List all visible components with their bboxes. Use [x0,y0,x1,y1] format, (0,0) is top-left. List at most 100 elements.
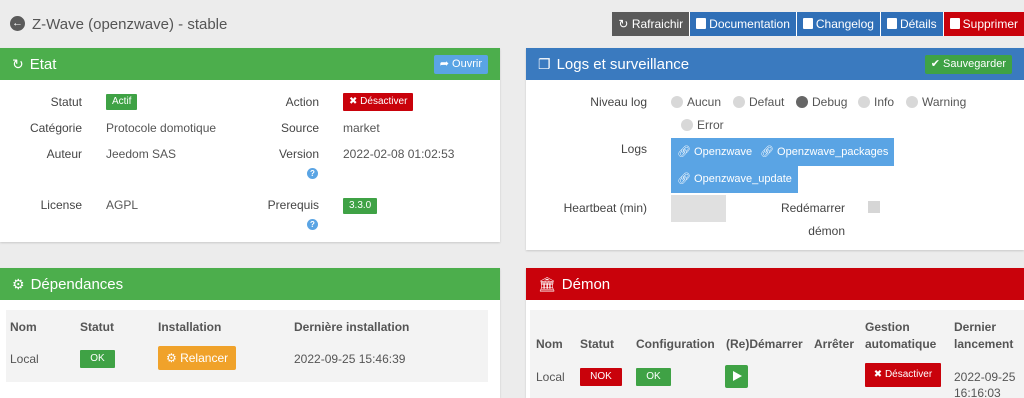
radio-dot [858,96,870,108]
column-header: Installation [158,320,222,334]
log-level-error[interactable]: Error [681,117,724,133]
niveau-log-label: Niveau log [590,95,647,109]
log-level-defaut[interactable]: Defaut [733,94,784,110]
save-button[interactable]: ✔ Sauvegarder [924,55,1012,74]
save-label: Sauvegarder [943,58,1006,70]
statut-label: Statut [50,95,82,109]
book-icon [886,18,897,29]
column-header: automatique [865,337,937,351]
etat-title: Etat [29,56,57,73]
version-value: 2022-02-08 01:02:53 [343,147,455,161]
file-icon: ❐ [538,56,551,72]
log-level-label: Error [697,118,724,132]
restart-daemon-checkbox[interactable] [868,201,880,213]
refresh-button[interactable]: ↻ Rafraichir [612,12,690,36]
log-button-label: Openzwave_packages [777,146,889,158]
delete-button[interactable]: Supprimer [942,12,1024,36]
play-icon[interactable] [725,365,748,388]
relancer-button[interactable]: ⚙ Relancer [158,346,237,370]
refresh-label: Rafraichir [631,17,684,31]
log-openzwave-packages-button[interactable]: 🔗︎ Openzwave_packages [754,138,895,166]
demon-panel: 🏛︎ Démon Nom Statut Configuration (Re)Dém… [526,268,1024,398]
derniere-installation-value: 2022-09-25 15:46:39 [294,352,406,366]
deactivate-button[interactable]: ✖ Désactiver [343,93,414,111]
column-header: Nom [10,320,37,334]
details-button[interactable]: Détails [879,12,943,36]
demon-deactivate-button[interactable]: ✖ Désactiver [865,363,941,387]
log-openzwave-update-button[interactable]: 🔗︎ Openzwave_update [671,165,798,193]
open-button[interactable]: ➦ Ouvrir [433,55,488,74]
log-openzwave-button[interactable]: 🔗︎ Openzwave [671,138,759,166]
help-icon[interactable]: ? [307,219,318,230]
dependances-panel-header: ⚙ Dépendances [0,268,500,300]
column-header: Statut [580,337,614,351]
license-label: License [40,198,82,212]
book-icon [696,18,707,29]
refresh-circle-icon: ↻ [12,56,24,72]
top-bar: ← Z-Wave (openzwave) - stable ↻ Rafraich… [0,0,1024,48]
demon-title: Démon [561,276,611,293]
column-header: Nom [536,337,563,351]
demon-label: démon [808,224,845,238]
log-level-label: Defaut [749,95,785,109]
demon-panel-header: 🏛︎ Démon [526,268,1024,300]
redemarrer-label: Redémarrer [780,201,845,215]
demon-status-badge: NOK [580,368,622,386]
dependances-status-badge: OK [80,350,115,368]
page-title: Z-Wave (openzwave) - stable [32,16,228,33]
categorie-label: Catégorie [29,121,82,135]
version-label: Version [278,147,319,161]
column-header: Gestion [865,320,910,334]
source-label: Source [280,121,319,135]
prerequis-label: Prerequis [267,198,319,212]
statut-badge: Actif [106,94,138,110]
column-header: lancement [954,337,1014,351]
demon-name: Local [536,370,565,384]
demon-deactivate-label: Désactiver [884,369,933,380]
log-level-debug[interactable]: Debug [796,94,847,110]
log-button-label: Openzwave [694,146,753,158]
dernier-lancement-date: 2022-09-25 [954,370,1016,384]
log-level-info[interactable]: Info [858,94,894,110]
dernier-lancement-time: 16:16:03 [954,386,1001,398]
auteur-label: Auteur [46,147,82,161]
logs-title: Logs et surveillance [556,56,690,73]
log-level-warning[interactable]: Warning [906,94,966,110]
prerequis-badge: 3.3.0 [343,198,378,214]
license-value: AGPL [106,198,139,212]
radio-dot [733,96,745,108]
changelog-label: Changelog [815,17,874,31]
categorie-value: Protocole domotique [106,121,217,135]
etat-panel: ↻ Etat ➦ Ouvrir Statut Actif Catégorie Pr… [0,48,500,242]
radio-dot [671,96,683,108]
documentation-label: Documentation [709,17,790,31]
demon-config-badge: OK [636,368,671,386]
dependances-name: Local [10,352,39,366]
action-label: Action [285,95,319,109]
dependances-table: Nom Statut Installation Dernière install… [6,310,488,382]
radio-dot-selected [796,96,808,108]
relancer-label: Relancer [180,351,229,365]
bicycle-icon: ⚙ [166,351,181,365]
column-header: Dernier [954,320,997,334]
heartbeat-label: Heartbeat (min) [563,201,647,215]
logs-panel-header: ❐ Logs et surveillance ✔ Sauvegarder [526,48,1024,80]
back-arrow-icon[interactable]: ← [10,16,25,31]
radio-dot [906,96,918,108]
help-icon[interactable]: ? [307,168,318,179]
log-level-label: Warning [922,95,967,109]
auteur-value: Jeedom SAS [106,147,177,161]
action-toolbar: ↻ Rafraichir Documentation Changelog Dét… [612,12,1024,36]
documentation-button[interactable]: Documentation [689,12,796,36]
etat-panel-header: ↻ Etat ➦ Ouvrir [0,48,500,80]
source-value: market [343,121,380,135]
column-header: Statut [80,320,114,334]
radio-dot [681,119,693,131]
log-level-aucun[interactable]: Aucun [671,94,721,110]
book-icon [802,18,813,29]
heartbeat-input[interactable] [671,195,726,222]
dependances-title: Dépendances [30,276,124,293]
log-level-label: Aucun [687,95,722,109]
changelog-button[interactable]: Changelog [795,12,880,36]
details-label: Détails [899,17,937,31]
